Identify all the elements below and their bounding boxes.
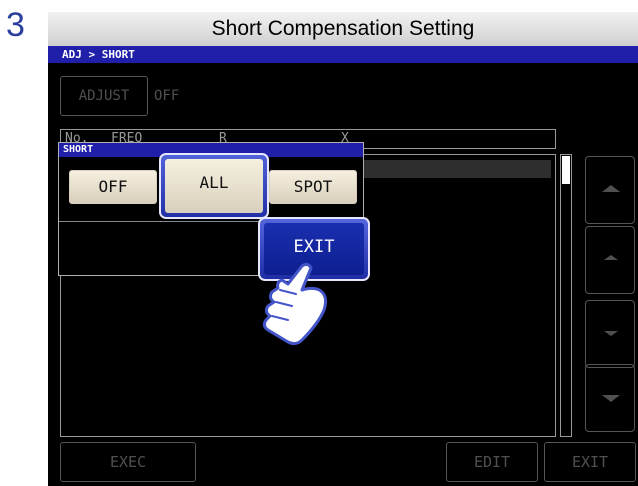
page-down-button[interactable] [585, 364, 635, 432]
off-option-button[interactable]: OFF [69, 170, 157, 204]
step-number: 3 [6, 6, 25, 44]
all-option-button[interactable]: ALL [159, 153, 269, 219]
line-down-button[interactable] [585, 300, 635, 368]
spot-option-button[interactable]: SPOT [269, 170, 357, 204]
breadcrumb: ADJ > SHORT [48, 46, 638, 63]
page-up-icon [602, 185, 620, 192]
line-up-icon [604, 255, 618, 260]
list-row-highlight [361, 160, 551, 178]
scrollbar[interactable] [560, 154, 572, 437]
exec-button[interactable]: EXEC [60, 442, 196, 482]
scrollbar-thumb[interactable] [562, 156, 570, 184]
device-screen: ADJ > SHORT ADJUST OFF No. FREQ R X EXEC… [48, 46, 638, 486]
edit-button[interactable]: EDIT [446, 442, 538, 482]
adjust-status: OFF [154, 88, 180, 104]
line-up-button[interactable] [585, 226, 635, 294]
page-down-icon [602, 395, 620, 402]
exit-button[interactable]: EXIT [544, 442, 636, 482]
page-up-button[interactable] [585, 156, 635, 224]
page-title: Short Compensation Setting [48, 12, 638, 46]
pointing-hand-icon [262, 262, 328, 346]
adjust-button[interactable]: ADJUST [60, 76, 148, 116]
line-down-icon [604, 331, 618, 336]
all-option-label: ALL [165, 159, 263, 213]
